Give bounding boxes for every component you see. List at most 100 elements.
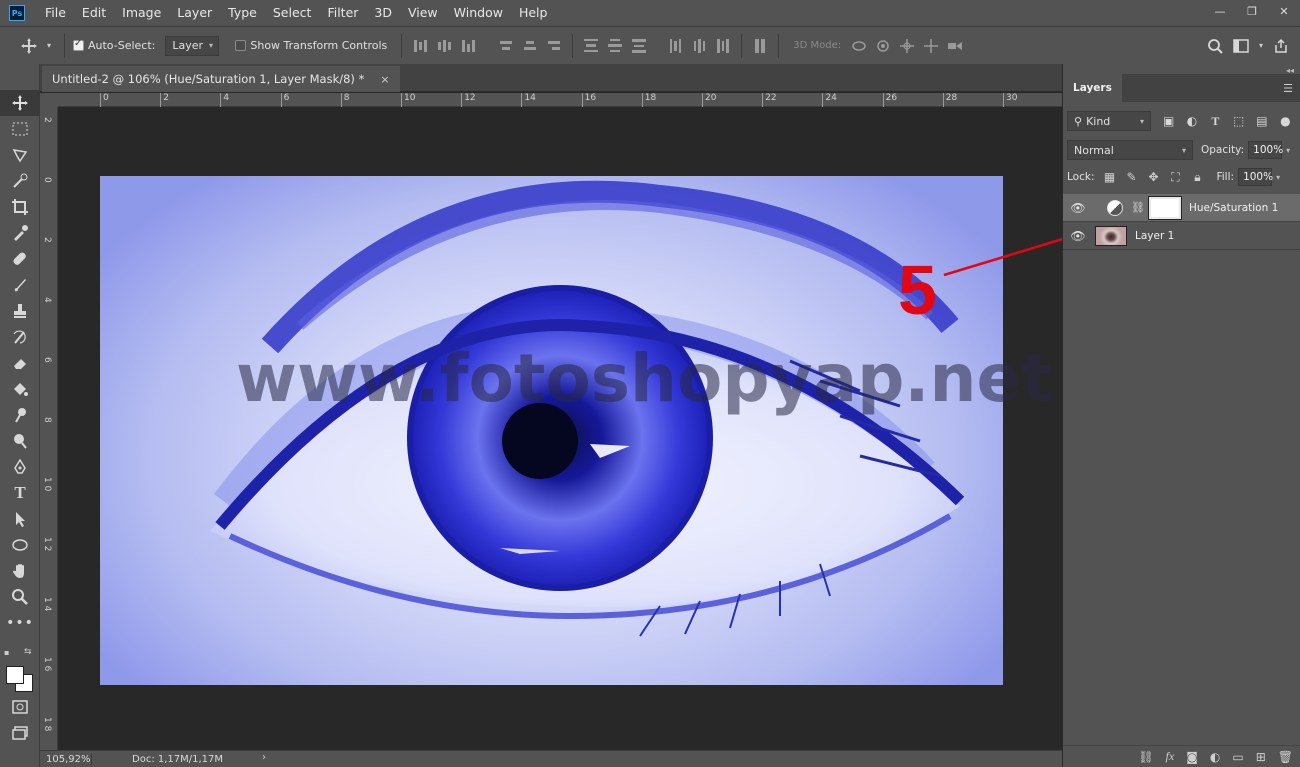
restore-button[interactable]: ❐	[1236, 0, 1268, 22]
foreground-color-swatch[interactable]	[6, 666, 24, 684]
screen-mode-icon[interactable]	[0, 720, 40, 746]
distribute-right-icon[interactable]	[713, 36, 733, 56]
path-selection-tool-icon[interactable]	[0, 506, 40, 532]
default-colors-icon[interactable]: ▪	[4, 648, 9, 657]
delete-layer-icon[interactable]: 🗑︎	[1278, 750, 1293, 764]
zoom-level[interactable]: 105,92%	[40, 753, 92, 765]
marquee-tool-icon[interactable]	[0, 116, 40, 142]
clone-stamp-tool-icon[interactable]	[0, 298, 40, 324]
lasso-tool-icon[interactable]	[0, 142, 40, 168]
align-horizontal-centers-icon[interactable]	[520, 36, 540, 56]
quick-selection-tool-icon[interactable]	[0, 168, 40, 194]
auto-select-target-dropdown[interactable]: Layer ▾	[165, 35, 220, 56]
ruler-vertical[interactable]: 2 0 2 4 6 8 1 0 1 2 1 4 1 6 1 8	[40, 107, 58, 750]
new-adjustment-icon[interactable]: ◐	[1210, 750, 1220, 764]
eraser-tool-icon[interactable]	[0, 350, 40, 376]
distribute-hcenter-icon[interactable]	[689, 36, 709, 56]
menu-help[interactable]: Help	[511, 0, 556, 26]
align-left-edges-icon[interactable]	[496, 36, 516, 56]
fill-field[interactable]: 100%	[1238, 168, 1273, 186]
chevron-down-icon[interactable]: ▾	[1276, 173, 1280, 182]
lock-position-icon[interactable]: ✥	[1142, 170, 1164, 184]
auto-align-layers-icon[interactable]	[750, 36, 770, 56]
distribute-bottom-icon[interactable]	[629, 36, 649, 56]
filter-toggle-icon[interactable]: ●	[1274, 114, 1297, 128]
align-right-edges-icon[interactable]	[544, 36, 564, 56]
brush-tool-icon[interactable]	[0, 272, 40, 298]
menu-select[interactable]: Select	[265, 0, 320, 26]
link-icon[interactable]: ⛓︎	[1131, 201, 1145, 214]
menu-view[interactable]: View	[400, 0, 446, 26]
dodge-tool-icon[interactable]	[0, 428, 40, 454]
opacity-field[interactable]: 100%	[1248, 141, 1283, 159]
lock-all-icon[interactable]: 🔒︎	[1186, 170, 1208, 185]
show-transform-checkbox[interactable]	[235, 40, 247, 51]
move-tool-preset-icon[interactable]	[16, 33, 42, 59]
align-vertical-centers-icon[interactable]	[434, 36, 454, 56]
chevron-down-icon[interactable]: ▾	[1286, 146, 1290, 155]
workspace-icon[interactable]	[1228, 33, 1254, 59]
type-filter-icon[interactable]: T	[1204, 114, 1227, 129]
layer-row-hue-saturation[interactable]: 👁︎ ⛓︎ Hue/Saturation 1 ☝︎	[1063, 194, 1300, 223]
smudge-tool-icon[interactable]	[0, 402, 40, 428]
3d-slide-icon[interactable]	[919, 33, 943, 59]
chevron-right-icon[interactable]: ›	[262, 752, 266, 763]
minimize-button[interactable]: —	[1204, 0, 1236, 22]
menu-layer[interactable]: Layer	[169, 0, 220, 26]
document-tab[interactable]: Untitled-2 @ 106% (Hue/Saturation 1, Lay…	[42, 66, 400, 92]
new-group-icon[interactable]: ▭	[1232, 750, 1243, 764]
distribute-vcenter-icon[interactable]	[605, 36, 625, 56]
menu-3d[interactable]: 3D	[366, 0, 400, 26]
move-tool-icon[interactable]	[0, 90, 40, 116]
adjustment-filter-icon[interactable]: ◐	[1180, 114, 1203, 128]
distribute-top-icon[interactable]	[581, 36, 601, 56]
shape-filter-icon[interactable]: ⬚	[1227, 114, 1250, 128]
color-swatches[interactable]: ▪ ⇆	[4, 647, 36, 692]
panel-menu-icon[interactable]: ☰	[1283, 82, 1293, 95]
blend-mode-dropdown[interactable]: Normal ▾	[1067, 140, 1193, 160]
eyedropper-tool-icon[interactable]	[0, 220, 40, 246]
chevron-down-icon[interactable]: ▾	[1254, 33, 1268, 59]
ruler-horizontal[interactable]: 0 2 4 6 8 10 12 14 16 18 20 22 24 26 28 30	[58, 93, 1062, 107]
menu-filter[interactable]: Filter	[319, 0, 366, 26]
new-layer-icon[interactable]: ⊞	[1256, 750, 1266, 764]
more-tools-icon[interactable]: •••	[0, 610, 40, 636]
layer-style-icon[interactable]: fx	[1166, 749, 1175, 764]
hand-tool-icon[interactable]	[0, 558, 40, 584]
visibility-eye-icon[interactable]: 👁︎	[1063, 229, 1093, 243]
align-bottom-edges-icon[interactable]	[458, 36, 478, 56]
menu-window[interactable]: Window	[446, 0, 511, 26]
layers-tab[interactable]: Layers	[1063, 74, 1122, 102]
link-layers-icon[interactable]: ⛓︎	[1138, 750, 1153, 764]
search-icon[interactable]	[1202, 33, 1228, 59]
close-button[interactable]: ✕	[1268, 0, 1300, 22]
add-mask-icon[interactable]: ◙	[1186, 750, 1198, 764]
menu-file[interactable]: File	[37, 0, 74, 26]
filter-kind-dropdown[interactable]: ⚲ Kind ▾	[1067, 111, 1151, 131]
3d-scale-icon[interactable]	[943, 33, 967, 59]
visibility-eye-icon[interactable]: 👁︎	[1063, 201, 1093, 215]
healing-brush-tool-icon[interactable]	[0, 246, 40, 272]
menu-edit[interactable]: Edit	[74, 0, 114, 26]
quick-mask-icon[interactable]	[0, 694, 40, 720]
ellipse-tool-icon[interactable]	[0, 532, 40, 558]
3d-orbit-icon[interactable]	[847, 33, 871, 59]
close-icon[interactable]: ×	[380, 73, 389, 86]
smart-object-filter-icon[interactable]: ▤	[1250, 114, 1273, 128]
lock-transparent-icon[interactable]: ▦	[1098, 170, 1120, 184]
align-top-edges-icon[interactable]	[410, 36, 430, 56]
layer-row-layer-1[interactable]: 👁︎ Layer 1	[1063, 222, 1300, 250]
pixel-filter-icon[interactable]: ▣	[1157, 114, 1180, 128]
eye-image[interactable]	[100, 176, 1003, 685]
history-brush-tool-icon[interactable]	[0, 324, 40, 350]
lock-image-icon[interactable]: ✎	[1120, 170, 1142, 184]
paint-bucket-tool-icon[interactable]	[0, 376, 40, 402]
3d-roll-icon[interactable]	[871, 33, 895, 59]
auto-select-checkbox[interactable]	[73, 38, 84, 51]
share-icon[interactable]	[1268, 33, 1294, 59]
chevron-down-icon[interactable]: ▾	[42, 33, 56, 59]
pen-tool-icon[interactable]	[0, 454, 40, 480]
distribute-left-icon[interactable]	[665, 36, 685, 56]
3d-pan-icon[interactable]	[895, 33, 919, 59]
menu-image[interactable]: Image	[114, 0, 169, 26]
